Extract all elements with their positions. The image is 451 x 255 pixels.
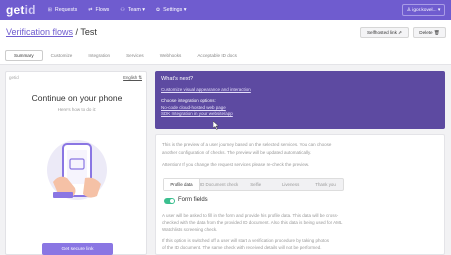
form-fields-label: Form fields (178, 197, 208, 203)
breadcrumb: Verification flows / Test (6, 27, 97, 37)
tab-liveness[interactable]: Liveness (273, 179, 308, 190)
team-icon: ⚇ (120, 7, 125, 13)
top-navigation-bar: getid ⊞ Requests ⇄ Flows ⚇ Team ▾ ✿ Settings… (0, 0, 451, 20)
whats-next-panel: What's next? Customize visual appearance… (155, 71, 445, 129)
description-text: Watchlists screening check. (162, 227, 218, 232)
form-fields-toggle[interactable] (164, 198, 175, 204)
selfhosted-link-button[interactable]: Selfhosted link ⇗ (360, 27, 409, 38)
tab-webhooks[interactable]: Webhooks (152, 50, 190, 61)
preview-title: Continue on your phone (31, 93, 123, 103)
tab-acceptable-id-docs[interactable]: Acceptable ID docs (189, 50, 245, 61)
info-text: another configuration of checks. The pre… (162, 150, 312, 155)
user-menu-button[interactable]: ♙ igor.kovel... ▾ (402, 4, 445, 16)
get-secure-link-button[interactable]: Get secure link (42, 243, 113, 255)
tab-summary[interactable]: Summary (5, 50, 43, 61)
main-nav: ⊞ Requests ⇄ Flows ⚇ Team ▾ ✿ Settings ▾ (48, 7, 198, 13)
mouse-cursor-icon (213, 121, 219, 130)
nav-team[interactable]: ⚇ Team ▾ (120, 7, 145, 13)
page-title: Test (80, 27, 97, 37)
preview-subtitle: Here's how to do it: (57, 107, 97, 112)
tab-profile-data[interactable]: Profile data (164, 179, 200, 190)
tab-thank-you[interactable]: Thank you (308, 179, 343, 190)
description-text: checked with the data from the provided … (162, 220, 343, 225)
tab-customize[interactable]: Customize (43, 50, 81, 61)
flow-tabs: Summary Customize Integration Services W… (5, 49, 245, 62)
settings-icon: ✿ (155, 7, 161, 13)
flows-icon: ⇄ (88, 7, 93, 13)
nav-requests[interactable]: ⊞ Requests (48, 7, 78, 13)
preview-info-panel: This is the preview of a user journey ba… (155, 134, 445, 255)
description-text: A user will be asked to fill in the form… (162, 213, 339, 218)
integration-options-label: Choose integration options: (161, 98, 216, 103)
breadcrumb-verification-flows[interactable]: Verification flows (6, 27, 73, 37)
preview-logo: getid (9, 75, 19, 80)
description-text: If this option is switched off a user wi… (162, 238, 330, 243)
tab-services[interactable]: Services (118, 50, 152, 61)
preview-step-tabs: Profile data ID Document check Selfie Li… (163, 178, 344, 191)
language-selector[interactable]: English ⇅ (123, 75, 142, 81)
whats-next-heading: What's next? (161, 76, 194, 82)
requests-icon: ⊞ (47, 7, 52, 13)
getid-logo[interactable]: getid (6, 3, 36, 17)
no-code-page-link[interactable]: No-code cloud-hosted web page (161, 105, 439, 110)
sdk-integration-link[interactable]: SDK Integration in your website/app (161, 111, 439, 116)
info-attention-text: Attention! If you change the request ser… (162, 162, 310, 167)
tab-selfie[interactable]: Selfie (238, 179, 273, 190)
delete-button[interactable]: Delete 🗑 (413, 27, 446, 38)
tab-integration[interactable]: Integration (80, 50, 118, 61)
phone-in-hand-illustration (47, 140, 107, 200)
description-text: of the ID document. The same check with … (162, 245, 322, 250)
nav-flows[interactable]: ⇄ Flows (88, 7, 109, 13)
info-text: This is the preview of a user journey ba… (162, 142, 332, 147)
tab-id-document-check[interactable]: ID Document check (200, 179, 238, 190)
customize-link[interactable]: Customize visual appearance and interact… (161, 87, 439, 92)
phone-preview-panel: getid English ⇅ Continue on your phone H… (5, 71, 147, 255)
nav-settings[interactable]: ✿ Settings ▾ (156, 7, 186, 13)
